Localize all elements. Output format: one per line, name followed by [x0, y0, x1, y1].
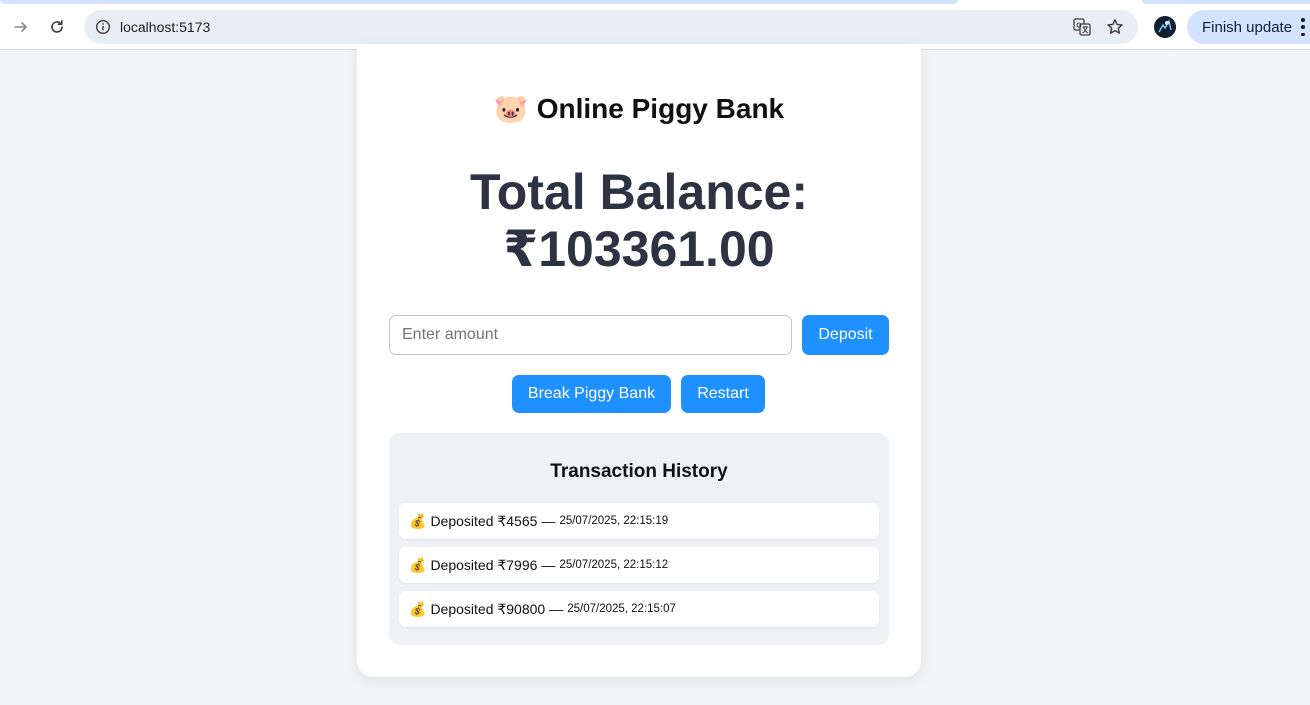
total-balance: Total Balance: ₹103361.00	[357, 164, 921, 278]
finish-update-label: Finish update	[1202, 18, 1293, 36]
restart-button[interactable]: Restart	[681, 375, 765, 413]
transaction-list: 💰 Deposited ₹4565 — 25/07/2025, 22:15:19…	[399, 503, 879, 635]
balance-amount: ₹103361.00	[503, 221, 775, 277]
transaction-time: 25/07/2025, 22:15:19	[559, 515, 669, 527]
profile-avatar[interactable]	[1154, 16, 1176, 38]
transaction-history-panel: Transaction History 💰 Deposited ₹4565 — …	[389, 433, 889, 645]
transaction-text: Deposited ₹4565	[430, 512, 538, 529]
transaction-item: 💰 Deposited ₹4565 — 25/07/2025, 22:15:19	[399, 503, 879, 539]
forward-arrow-icon	[14, 22, 27, 32]
transaction-text: Deposited ₹7996	[430, 556, 538, 573]
site-info-icon[interactable]	[92, 16, 114, 38]
reload-button[interactable]	[42, 12, 72, 42]
address-bar[interactable]: localhost:5173 G	[84, 10, 1138, 44]
reload-icon	[51, 20, 63, 33]
deposit-button[interactable]: Deposit	[802, 315, 889, 355]
translate-icon[interactable]: G	[1071, 16, 1093, 38]
pig-icon: 🐷	[493, 93, 529, 124]
money-bag-icon: 💰	[409, 512, 427, 529]
transaction-time: 25/07/2025, 22:15:07	[567, 603, 676, 615]
app-title: 🐷 Online Piggy Bank	[357, 92, 921, 126]
finish-update-button[interactable]: Finish update	[1187, 10, 1310, 44]
transaction-item: 💰 Deposited ₹90800 — 25/07/2025, 22:15:0…	[399, 591, 879, 627]
forward-button[interactable]	[6, 12, 36, 42]
transaction-history-title: Transaction History	[550, 461, 728, 482]
break-piggy-bank-button[interactable]: Break Piggy Bank	[512, 375, 671, 413]
money-bag-icon: 💰	[409, 600, 427, 617]
transaction-text: Deposited ₹90800	[430, 600, 546, 617]
transaction-separator: —	[549, 601, 564, 617]
money-bag-icon: 💰	[409, 556, 427, 573]
piggy-bank-card: 🐷 Online Piggy Bank Total Balance: ₹10336…	[357, 44, 921, 677]
url-text[interactable]: localhost:5173	[120, 18, 210, 36]
balance-label: Total Balance:	[469, 164, 809, 220]
svg-text:G: G	[1076, 23, 1082, 30]
bookmark-star-icon[interactable]	[1104, 16, 1126, 38]
transaction-separator: —	[541, 513, 556, 529]
app-title-text: Online Piggy Bank	[536, 93, 785, 124]
transaction-item: 💰 Deposited ₹7996 — 25/07/2025, 22:15:12	[399, 547, 879, 583]
amount-input[interactable]	[389, 315, 792, 355]
transaction-time: 25/07/2025, 22:15:12	[559, 559, 669, 571]
browser-menu-icon[interactable]	[1300, 18, 1306, 36]
transaction-separator: —	[541, 557, 556, 573]
